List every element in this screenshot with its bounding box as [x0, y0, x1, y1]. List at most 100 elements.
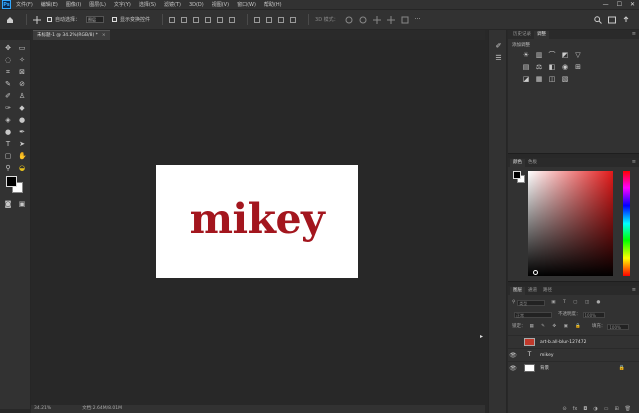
zoom-level[interactable]: 34.21%	[34, 405, 51, 413]
tab-paths[interactable]: 路径	[540, 287, 555, 295]
adjustment-layer-icon[interactable]: ◑	[593, 406, 597, 412]
menu-view[interactable]: 视图(V)	[212, 1, 229, 8]
minimize-button[interactable]: —	[603, 1, 609, 8]
link-layers-icon[interactable]: ⊝	[562, 406, 566, 412]
new-layer-icon[interactable]: ⊞	[614, 406, 618, 412]
close-tab-icon[interactable]: ×	[102, 33, 106, 38]
foreground-color-swatch[interactable]	[6, 176, 17, 187]
more-icon[interactable]: ···	[415, 16, 423, 24]
curves-icon[interactable]: ⌒	[548, 51, 556, 59]
levels-icon[interactable]: ▥	[535, 51, 543, 59]
panel-menu-icon[interactable]: ≡	[632, 31, 636, 37]
dodge-tool-icon[interactable]: ●	[4, 128, 12, 136]
show-transform-checkbox[interactable]	[112, 17, 118, 22]
brush-tool-icon[interactable]: ✐	[4, 92, 12, 100]
invert-icon[interactable]: ◪	[522, 75, 530, 83]
tab-channels[interactable]: 通道	[525, 287, 540, 295]
eraser-tool-icon[interactable]: ◆	[18, 104, 26, 112]
distribute-icon[interactable]	[254, 16, 261, 23]
quick-mask-icon[interactable]: ◙	[4, 200, 12, 208]
shape-tool-icon[interactable]: ▢	[4, 152, 12, 160]
panel-menu-icon[interactable]: ≡	[632, 287, 636, 293]
workspace-icon[interactable]	[608, 16, 616, 24]
menu-window[interactable]: 窗口(W)	[237, 1, 256, 8]
frame-tool-icon[interactable]: ⊠	[18, 68, 26, 76]
tab-layers[interactable]: 图层	[510, 287, 525, 295]
search-icon[interactable]	[594, 16, 602, 24]
paint-bucket-tool-icon[interactable]: ◈	[4, 116, 12, 124]
auto-select-checkbox[interactable]	[47, 17, 52, 22]
close-button[interactable]: ✕	[630, 1, 635, 8]
hue-slider[interactable]	[623, 171, 630, 276]
gradient-map-icon[interactable]: ▧	[561, 75, 569, 83]
delete-layer-icon[interactable]: 🗑	[625, 406, 631, 412]
move-tool-icon[interactable]: ✥	[4, 44, 12, 52]
clone-stamp-tool-icon[interactable]: ♙	[18, 92, 26, 100]
brush-panel-icon[interactable]: ✐	[494, 42, 503, 51]
distribute-icon[interactable]	[290, 16, 297, 23]
eye-icon[interactable]: 👁	[508, 365, 518, 372]
3d-pan-icon[interactable]	[372, 15, 381, 24]
tab-history[interactable]: 历史记录	[510, 31, 534, 39]
blend-mode-dropdown[interactable]: 正常	[514, 311, 552, 318]
3d-roll-icon[interactable]	[359, 16, 367, 24]
tab-swatches[interactable]: 色板	[525, 159, 540, 167]
color-balance-icon[interactable]: ⚖	[535, 63, 543, 71]
color-picker-field[interactable]	[528, 171, 613, 276]
healing-brush-tool-icon[interactable]: ⊘	[18, 80, 26, 88]
crop-tool-icon[interactable]: ⌗	[4, 68, 12, 76]
menu-image[interactable]: 图像(I)	[66, 1, 81, 8]
document-canvas[interactable]: mikey	[156, 165, 358, 278]
exposure-icon[interactable]: ◩	[561, 51, 569, 59]
lock-icons[interactable]: ▦ ✎ ✥ ▣ 🔒	[530, 322, 584, 331]
align-bottom-icon[interactable]	[229, 16, 236, 23]
layer-row[interactable]: 👁 T mikey	[508, 348, 639, 361]
align-vcenter-icon[interactable]	[217, 16, 224, 23]
properties-panel-icon[interactable]: ☰	[494, 54, 503, 63]
path-selection-tool-icon[interactable]: ➤	[18, 140, 26, 148]
history-brush-tool-icon[interactable]: ✑	[4, 104, 12, 112]
screen-mode-icon[interactable]: ▣	[18, 200, 26, 208]
edit-toolbar-icon[interactable]: ◒	[18, 164, 26, 172]
3d-scale-icon[interactable]	[401, 16, 409, 24]
align-right-icon[interactable]	[193, 16, 200, 23]
tab-adjustments[interactable]: 调整	[534, 31, 549, 39]
menu-layer[interactable]: 图层(L)	[89, 1, 106, 8]
threshold-icon[interactable]: ◫	[548, 75, 556, 83]
channel-mixer-icon[interactable]: ⊞	[574, 63, 582, 71]
add-mask-icon[interactable]: ◘	[583, 406, 587, 412]
eyedropper-tool-icon[interactable]: ✎	[4, 80, 12, 88]
layer-row[interactable]: 👁 背景 🔒	[508, 361, 639, 374]
panel-collapse-arrow[interactable]: ▸	[480, 333, 483, 340]
maximize-button[interactable]: ☐	[617, 1, 622, 8]
document-tab[interactable]: 未标题-1 @ 34.2%(RGB/8) * ×	[33, 30, 110, 40]
hue-saturation-icon[interactable]: ▤	[522, 63, 530, 71]
layer-style-icon[interactable]: fx	[573, 406, 578, 412]
lasso-tool-icon[interactable]: ◌	[4, 56, 12, 64]
menu-help[interactable]: 帮助(H)	[264, 1, 282, 8]
brightness-contrast-icon[interactable]: ☀	[522, 51, 530, 59]
3d-rotate-icon[interactable]	[345, 16, 353, 24]
distribute-icon[interactable]	[266, 16, 273, 23]
zoom-tool-icon[interactable]: ⚲	[4, 164, 12, 172]
filter-icons[interactable]: ▣ T ▢ ◫ ●	[551, 298, 603, 307]
distribute-icon[interactable]	[278, 16, 285, 23]
share-icon[interactable]	[622, 16, 630, 24]
align-top-icon[interactable]	[205, 16, 212, 23]
align-hcenter-icon[interactable]	[181, 16, 188, 23]
auto-select-dropdown[interactable]: 图层	[86, 16, 105, 23]
menu-type[interactable]: 文字(Y)	[114, 1, 131, 8]
menu-file[interactable]: 文件(F)	[16, 1, 33, 8]
align-left-icon[interactable]	[169, 16, 176, 23]
opacity-input[interactable]: 100%	[582, 311, 605, 318]
new-group-icon[interactable]: ▭	[604, 406, 609, 412]
menu-3d[interactable]: 3D(D)	[189, 2, 204, 8]
menu-filter[interactable]: 滤镜(T)	[164, 1, 181, 8]
magic-wand-tool-icon[interactable]: ✧	[18, 56, 26, 64]
layer-row[interactable]: art-b.all-blur-127472	[508, 335, 639, 348]
foreground-color-swatch[interactable]	[513, 171, 521, 179]
type-tool-icon[interactable]: T	[4, 140, 12, 148]
black-white-icon[interactable]: ◧	[548, 63, 556, 71]
color-picker-cursor[interactable]	[533, 270, 538, 275]
home-icon[interactable]	[6, 16, 14, 24]
